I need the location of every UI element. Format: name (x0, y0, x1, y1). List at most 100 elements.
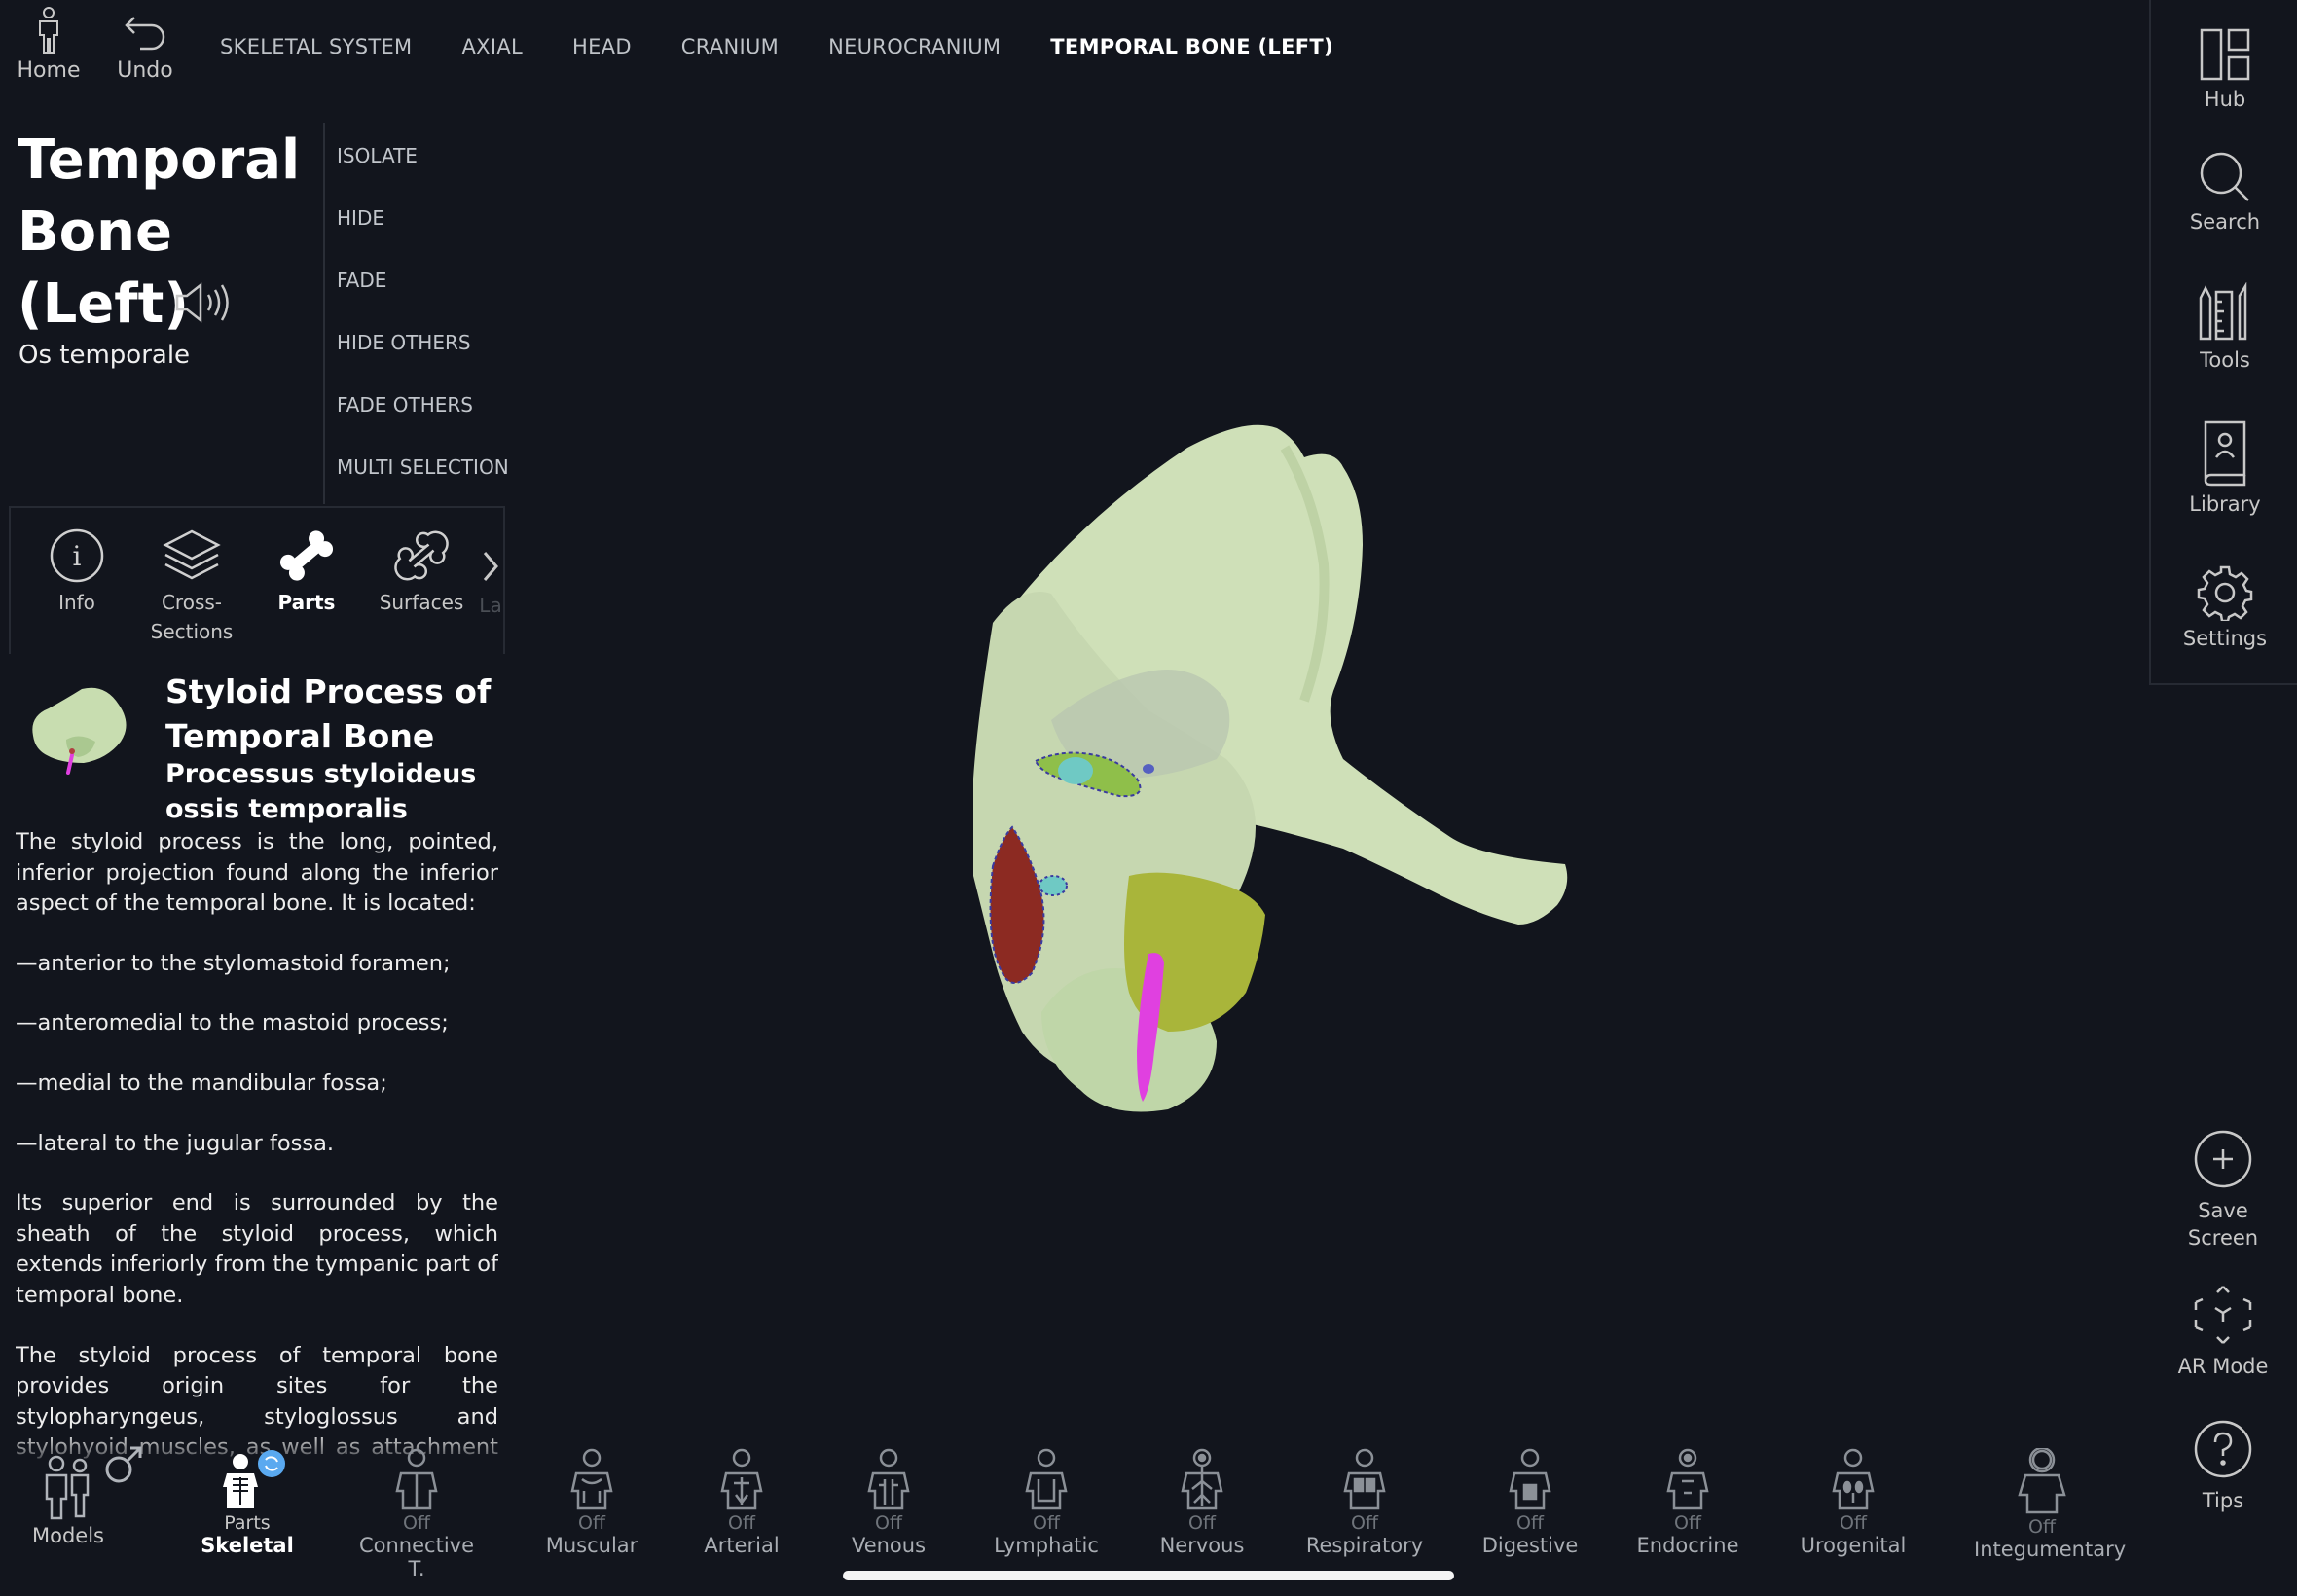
tab-surfaces-label: Surfaces (379, 591, 464, 614)
system-endocrine[interactable]: Off Endocrine (1620, 1448, 1756, 1557)
chevron-right-icon (483, 552, 498, 581)
system-integumentary[interactable]: Off Integumentary (1974, 1448, 2127, 1561)
breadcrumb-temporal-bone-left[interactable]: TEMPORAL BONE (LEFT) (1050, 35, 1333, 58)
breadcrumb-head[interactable]: HEAD (572, 35, 632, 58)
part-latin-name: Processus styloideus ossis temporalis (165, 759, 477, 824)
connective-tissue-icon (395, 1448, 438, 1510)
fade-button[interactable]: FADE (337, 265, 509, 327)
ar-mode-button[interactable]: AR Mode (2149, 1285, 2297, 1380)
male-symbol-icon (105, 1446, 142, 1483)
info-icon: i (50, 528, 104, 583)
save-screen-label: Save Screen (2187, 1199, 2259, 1250)
settings-button[interactable]: Settings (2151, 564, 2297, 650)
system-label: Arterial (704, 1534, 780, 1557)
system-label: Venous (851, 1534, 927, 1557)
lymphatic-icon (1025, 1448, 1068, 1510)
undo-button[interactable]: Undo (96, 6, 194, 83)
breadcrumb-axial[interactable]: AXIAL (461, 35, 523, 58)
library-button[interactable]: Library (2151, 417, 2297, 516)
system-digestive[interactable]: Off Digestive (1462, 1448, 1598, 1557)
search-button[interactable]: Search (2151, 150, 2297, 234)
tab-truncated-label: La (479, 594, 502, 617)
description-paragraph: —lateral to the jugular fossa. (16, 1130, 335, 1156)
tab-parts-label: Parts (277, 591, 336, 614)
structure-latin-name: Os temporale (18, 341, 191, 370)
actions-divider (323, 123, 325, 504)
tab-cross-sections-label: Cross- Sections (150, 591, 234, 643)
description-paragraph: —anteromedial to the mastoid process; (16, 1010, 449, 1036)
system-state: Off (577, 1512, 606, 1534)
tabs-next-button[interactable]: La (476, 547, 505, 617)
description-paragraph: Its superior end is surrounded by the sh… (16, 1190, 498, 1308)
system-label: Skeletal (201, 1534, 294, 1557)
bone-icon (279, 530, 334, 581)
muscular-icon (570, 1448, 613, 1510)
search-icon (2200, 152, 2249, 201)
part-description: The styloid process is the long, pointed… (16, 827, 498, 1462)
layers-icon (163, 529, 221, 580)
endocrine-icon (1666, 1448, 1709, 1510)
system-state: Off (874, 1512, 903, 1534)
hide-others-button[interactable]: HIDE OTHERS (337, 327, 509, 389)
models-label: Models (32, 1524, 104, 1547)
integumentary-icon (2018, 1448, 2066, 1514)
venous-icon (867, 1448, 910, 1510)
system-connective-tissue[interactable]: Off Connective T. (348, 1448, 485, 1580)
pronunciation-speaker-icon[interactable] (173, 278, 234, 327)
fade-others-button[interactable]: FADE OTHERS (337, 389, 509, 452)
system-state: Off (1839, 1512, 1868, 1534)
breadcrumb-cranium[interactable]: CRANIUM (681, 35, 779, 58)
tips-button[interactable]: Tips (2149, 1419, 2297, 1514)
undo-icon (125, 17, 165, 51)
hide-button[interactable]: HIDE (337, 202, 509, 265)
system-urogenital[interactable]: Off Urogenital (1785, 1448, 1921, 1557)
tools-button[interactable]: Tools (2151, 282, 2297, 372)
system-muscular[interactable]: Off Muscular (524, 1448, 660, 1557)
system-label: Respiratory (1305, 1534, 1424, 1557)
ar-mode-label: AR Mode (2177, 1355, 2269, 1378)
breadcrumb-skeletal-system[interactable]: SKELETAL SYSTEM (220, 35, 412, 58)
home-indicator-bar[interactable] (843, 1571, 1454, 1580)
tab-cross-sections[interactable]: Cross- Sections (133, 527, 250, 646)
svg-text:i: i (73, 540, 82, 572)
tab-surfaces[interactable]: Surfaces (363, 527, 480, 617)
multi-selection-button[interactable]: MULTI SELECTION (337, 452, 509, 514)
urogenital-icon (1832, 1448, 1875, 1510)
ar-cube-icon (2194, 1286, 2252, 1344)
breadcrumb-neurocranium[interactable]: NEUROCRANIUM (828, 35, 1001, 58)
tab-info[interactable]: i Info (18, 527, 135, 617)
system-skeletal[interactable]: Parts Skeletal (179, 1448, 315, 1557)
system-lymphatic[interactable]: Off Lymphatic (978, 1448, 1114, 1557)
system-nervous[interactable]: Off Nervous (1134, 1448, 1270, 1557)
tab-parts[interactable]: Parts (248, 527, 365, 617)
title-line-3: (Left) (18, 272, 189, 336)
models-button[interactable]: Models (0, 1444, 142, 1547)
home-button[interactable]: Home (0, 6, 97, 83)
isolate-button[interactable]: ISOLATE (337, 140, 509, 202)
settings-label: Settings (2182, 627, 2268, 650)
system-label: Nervous (1159, 1534, 1245, 1557)
hub-grid-icon (2200, 28, 2250, 81)
skeleton-icon (223, 1450, 285, 1508)
description-paragraph: The styloid process is the long, pointed… (16, 829, 498, 917)
system-label: Urogenital (1800, 1534, 1907, 1557)
save-screen-button[interactable]: Save Screen (2149, 1129, 2297, 1251)
hub-button[interactable]: Hub (2151, 27, 2297, 111)
system-state: Off (1032, 1512, 1061, 1534)
tab-info-label: Info (58, 591, 95, 614)
right-sidebar: Hub Search Tools Library Settings (2149, 0, 2297, 685)
system-respiratory[interactable]: Off Respiratory (1296, 1448, 1433, 1557)
system-label: Integumentary (1974, 1538, 2127, 1561)
system-label: Connective T. (358, 1534, 474, 1580)
system-venous[interactable]: Off Venous (820, 1448, 957, 1557)
system-state: Off (2027, 1516, 2057, 1538)
description-paragraph: —anterior to the stylomastoid foramen; (16, 950, 451, 976)
temporal-bone-3d-model[interactable] (934, 409, 1596, 1129)
system-arterial[interactable]: Off Arterial (674, 1448, 810, 1557)
respiratory-icon (1343, 1448, 1386, 1510)
structure-title: Temporal Bone (Left) (18, 125, 310, 341)
system-state: Off (727, 1512, 756, 1534)
system-state: Off (402, 1512, 431, 1534)
breadcrumb: SKELETAL SYSTEM AXIAL HEAD CRANIUM NEURO… (220, 35, 1383, 58)
info-tabs: i Info Cross- Sections Parts Surfaces La (9, 506, 505, 654)
